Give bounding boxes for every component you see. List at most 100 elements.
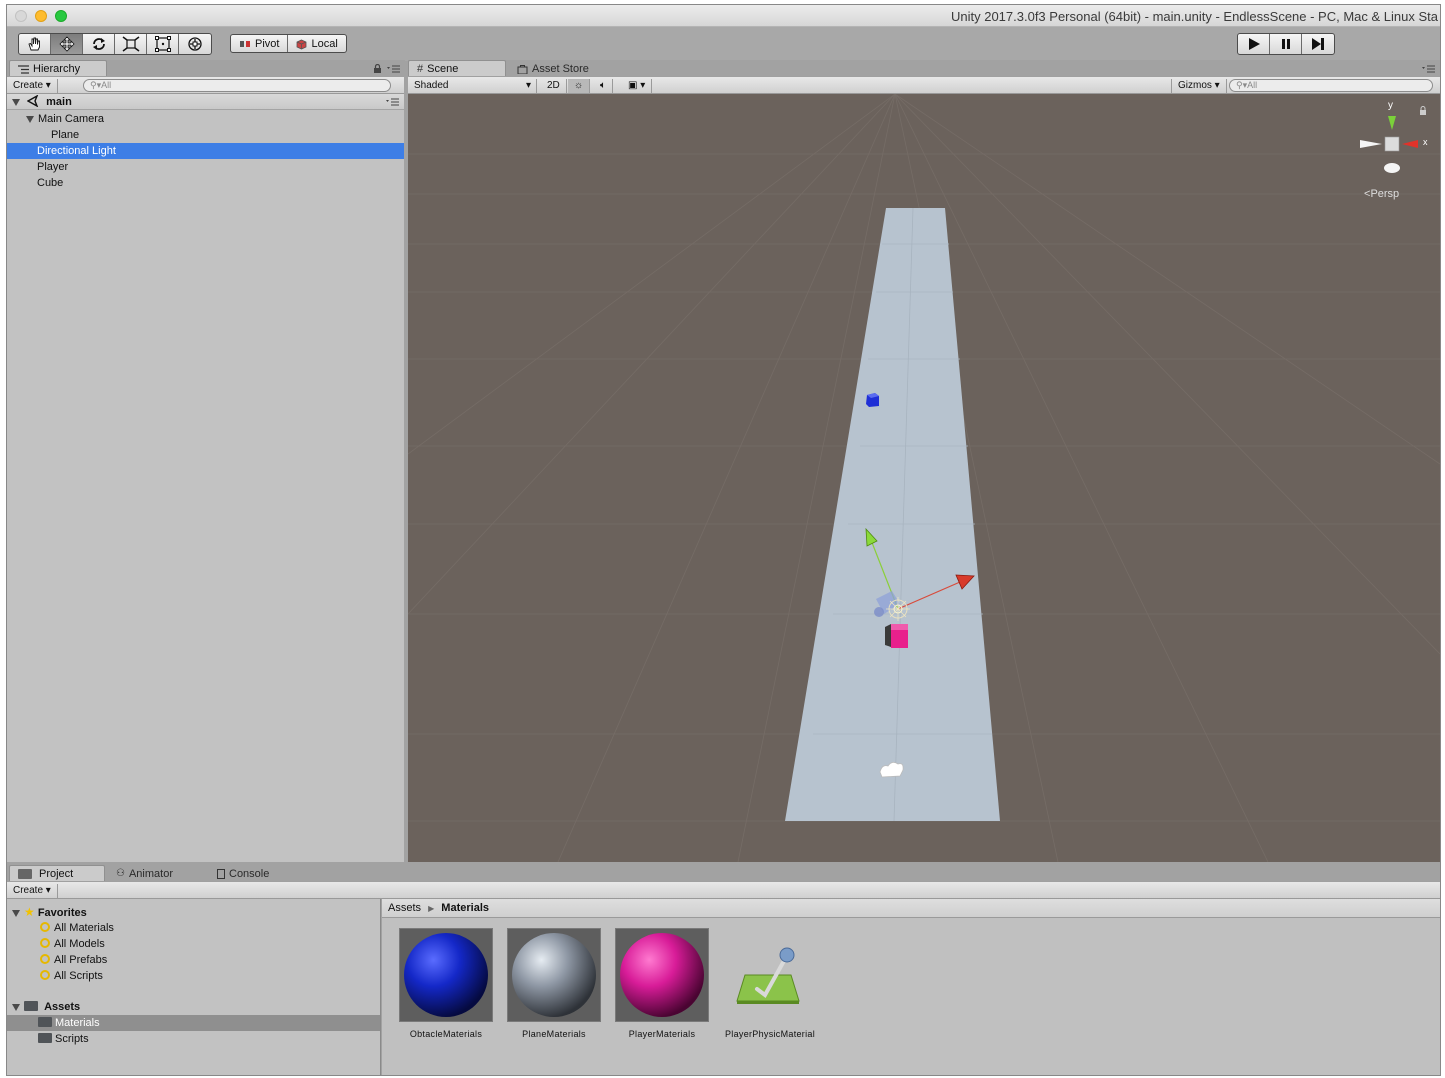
move-tool-button[interactable] bbox=[51, 34, 83, 54]
rotate-tool-button[interactable] bbox=[83, 34, 115, 54]
transform-tools bbox=[18, 33, 212, 55]
axis-gizmo-icon[interactable] bbox=[1352, 100, 1428, 180]
breadcrumb-assets[interactable]: Assets bbox=[388, 902, 421, 914]
hierarchy-item-player[interactable]: Player bbox=[7, 159, 404, 175]
local-label: Local bbox=[311, 38, 338, 50]
animator-icon: ⚇ bbox=[116, 867, 125, 879]
cube-object[interactable] bbox=[866, 393, 879, 407]
hierarchy-item-cube[interactable]: Cube bbox=[7, 175, 404, 191]
asset-plane-materials[interactable]: PlaneMaterials bbox=[499, 928, 609, 1039]
speaker-icon: 🔈︎ bbox=[600, 80, 606, 91]
hierarchy-create-dropdown[interactable]: Create ▾ bbox=[7, 79, 58, 93]
lock-icon[interactable] bbox=[373, 64, 382, 74]
search-icon: ⚲▾ bbox=[90, 80, 102, 90]
hierarchy-item-label: Main Camera bbox=[38, 113, 105, 125]
hierarchy-item-directional-light[interactable]: Directional Light bbox=[7, 143, 404, 159]
pivot-icon bbox=[240, 41, 250, 47]
tab-scene-label: Scene bbox=[427, 63, 459, 75]
scene-audio-toggle[interactable]: 🔈︎ bbox=[594, 79, 613, 93]
step-button[interactable] bbox=[1302, 34, 1334, 54]
tab-console-label: Console bbox=[229, 867, 270, 880]
scene-menu-icon[interactable] bbox=[386, 98, 399, 106]
gizmos-dropdown[interactable]: Gizmos ▾ bbox=[1171, 79, 1227, 93]
local-toggle[interactable]: Local bbox=[288, 35, 345, 52]
tab-scene[interactable]: # Scene bbox=[408, 60, 506, 77]
scene-effects-dropdown[interactable]: ▣ ▾ bbox=[622, 79, 653, 93]
favorite-label: All Models bbox=[54, 938, 105, 950]
folder-label: Scripts bbox=[55, 1033, 89, 1045]
gizmo-lock-icon[interactable] bbox=[1419, 106, 1427, 115]
projection-label: Persp bbox=[1370, 188, 1400, 200]
favorite-item-all-materials[interactable]: All Materials bbox=[7, 920, 380, 936]
favorite-item-all-models[interactable]: All Models bbox=[7, 936, 380, 952]
transform-tool-button[interactable] bbox=[179, 34, 211, 54]
shading-mode-label: Shaded bbox=[414, 80, 449, 91]
close-window-button[interactable] bbox=[15, 10, 27, 22]
tab-asset-store[interactable]: Asset Store bbox=[509, 60, 609, 77]
scene-root-row[interactable]: main bbox=[7, 94, 404, 110]
favorite-item-all-scripts[interactable]: All Scripts bbox=[7, 968, 380, 984]
panel-menu-icon[interactable] bbox=[1422, 65, 1435, 73]
rect-tool-button[interactable] bbox=[147, 34, 179, 54]
panel-menu-icon[interactable] bbox=[387, 65, 400, 73]
orientation-gizmo[interactable]: y x <Persp bbox=[1352, 100, 1428, 210]
search-placeholder: All bbox=[101, 80, 112, 90]
hierarchy-item-main-camera[interactable]: Main Camera bbox=[7, 111, 404, 127]
favorites-row[interactable]: ★ Favorites bbox=[7, 904, 380, 920]
expand-triangle-icon[interactable] bbox=[12, 1003, 20, 1011]
tab-animator[interactable]: ⚇ Animator bbox=[108, 865, 208, 882]
projection-toggle[interactable]: <Persp bbox=[1364, 188, 1399, 200]
hierarchy-item-label: Player bbox=[37, 161, 69, 173]
store-bag-icon bbox=[517, 64, 528, 74]
2d-toggle[interactable]: 2D bbox=[541, 79, 567, 93]
tab-project[interactable]: Project bbox=[9, 865, 105, 882]
favorite-item-all-prefabs[interactable]: All Prefabs bbox=[7, 952, 380, 968]
project-toolbar: Create ▾ bbox=[7, 881, 1440, 899]
asset-player-materials[interactable]: PlayerMaterials bbox=[607, 928, 717, 1039]
asset-player-physic-material[interactable]: PlayerPhysicMaterial bbox=[715, 928, 825, 1039]
minimize-window-button[interactable] bbox=[35, 10, 47, 22]
folder-icon bbox=[38, 1033, 52, 1043]
expand-triangle-icon[interactable] bbox=[26, 115, 34, 123]
scene-viewport[interactable]: y x <Persp bbox=[408, 94, 1440, 862]
physic-material-icon bbox=[736, 947, 800, 1004]
play-controls bbox=[1237, 33, 1335, 55]
tab-hierarchy[interactable]: Hierarchy bbox=[9, 60, 107, 77]
shading-mode-dropdown[interactable]: Shaded ▾ bbox=[408, 79, 537, 93]
player-object[interactable] bbox=[885, 624, 908, 648]
hierarchy-item-plane[interactable]: Plane bbox=[7, 127, 404, 143]
hierarchy-tabbar: Hierarchy bbox=[7, 60, 405, 77]
expand-triangle-icon[interactable] bbox=[12, 909, 20, 917]
title-bar: Unity 2017.3.0f3 Personal (64bit) - main… bbox=[7, 5, 1440, 27]
search-icon: ⚲▾ bbox=[1236, 80, 1248, 90]
search-filter-icon bbox=[40, 970, 50, 980]
tab-console[interactable]: Console bbox=[209, 865, 309, 882]
assets-folder-row[interactable]: Assets bbox=[7, 999, 380, 1015]
pause-button[interactable] bbox=[1270, 34, 1302, 54]
scene-search-input[interactable]: ⚲▾All bbox=[1229, 79, 1433, 92]
create-label: Create bbox=[13, 885, 44, 896]
breadcrumb-materials[interactable]: Materials bbox=[441, 902, 489, 914]
project-create-dropdown[interactable]: Create ▾ bbox=[7, 884, 58, 898]
scene-panel: # Scene Asset Store Shaded ▾ 2D ☼ 🔈︎ ▣ ▾ … bbox=[408, 60, 1440, 862]
favorite-label: All Materials bbox=[54, 922, 114, 934]
scene-canvas[interactable] bbox=[408, 94, 1440, 862]
folder-scripts[interactable]: Scripts bbox=[7, 1031, 380, 1047]
expand-triangle-icon[interactable] bbox=[12, 98, 20, 106]
material-thumbnail bbox=[507, 928, 601, 1022]
play-icon bbox=[1248, 38, 1260, 50]
hierarchy-search-input[interactable]: ⚲▾All bbox=[83, 79, 391, 92]
maximize-window-button[interactable] bbox=[55, 10, 67, 22]
hand-tool-button[interactable] bbox=[19, 34, 51, 54]
scene-lighting-toggle[interactable]: ☼ bbox=[568, 79, 591, 93]
folder-icon bbox=[38, 1017, 52, 1027]
plane-object[interactable] bbox=[785, 208, 1000, 821]
asset-obtacle-materials[interactable]: ObtacleMaterials bbox=[391, 928, 501, 1039]
folder-materials[interactable]: Materials bbox=[7, 1015, 380, 1031]
scale-tool-button[interactable] bbox=[115, 34, 147, 54]
pivot-toggle[interactable]: Pivot bbox=[231, 35, 289, 52]
local-cube-icon bbox=[297, 39, 307, 49]
image-icon: ▣ bbox=[628, 80, 638, 91]
play-button[interactable] bbox=[1238, 34, 1270, 54]
favorites-label: Favorites bbox=[37, 907, 87, 919]
